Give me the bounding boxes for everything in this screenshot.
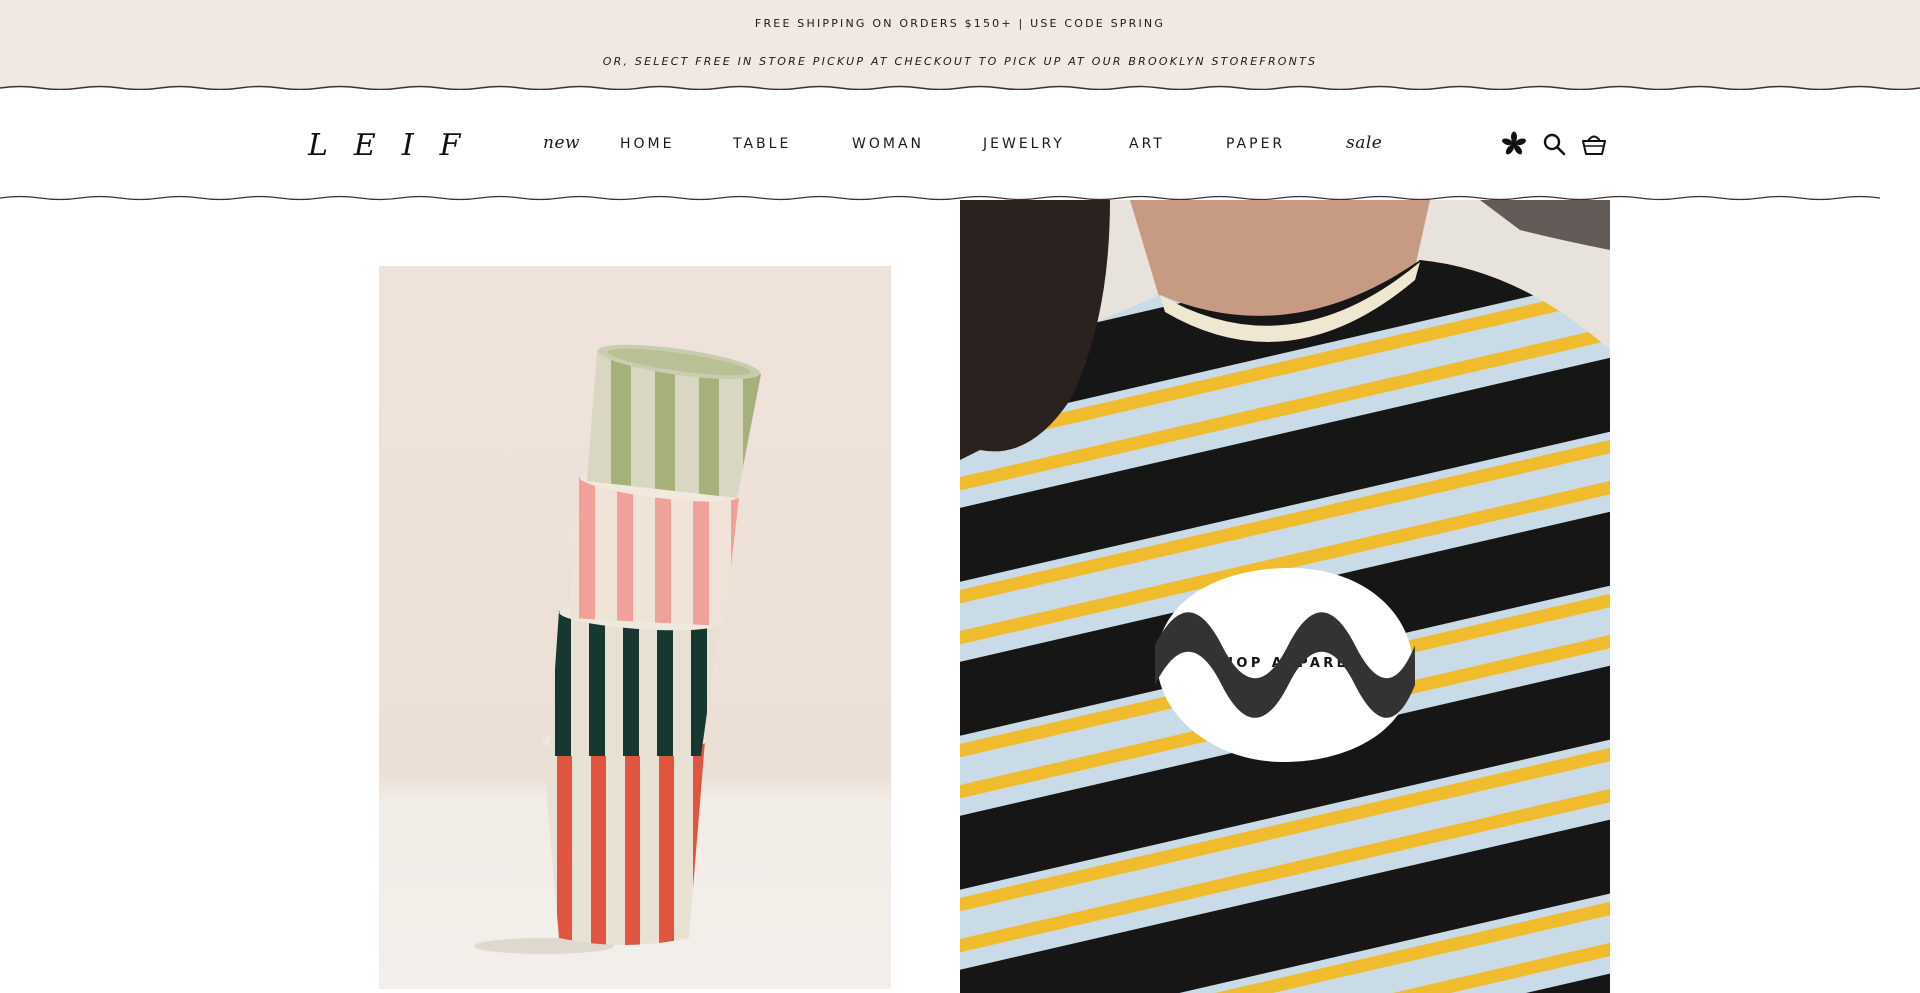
announcement-bar: FREE SHIPPING ON ORDERS $150+ | USE CODE… (0, 0, 1920, 94)
nav-item-home[interactable]: HOME (620, 136, 674, 152)
basket-icon[interactable] (1580, 130, 1608, 158)
nav-item-table[interactable]: TABLE (733, 136, 791, 152)
nav-item-new[interactable]: new (543, 133, 580, 153)
shop-apparel-button[interactable]: SHOP APPAREL (1155, 566, 1415, 764)
nav-item-jewelry[interactable]: JEWELRY (983, 136, 1065, 152)
nav-item-paper[interactable]: PAPER (1226, 136, 1285, 152)
nav-item-sale[interactable]: sale (1346, 133, 1382, 153)
announcement-pickup-text: OR, SELECT FREE IN STORE PICKUP AT CHECK… (602, 55, 1318, 68)
flower-icon[interactable] (1500, 130, 1528, 158)
hero-image-cups[interactable] (379, 266, 891, 989)
nav-item-woman[interactable]: WOMAN (852, 136, 924, 152)
site-header: LEIF new HOME TABLE WOMAN JEWELRY ART PA… (0, 90, 1920, 201)
announcement-shipping-text: FREE SHIPPING ON ORDERS $150+ | USE CODE… (754, 17, 1166, 30)
nav-item-art[interactable]: ART (1129, 136, 1165, 152)
search-icon[interactable] (1540, 130, 1568, 158)
shop-apparel-underline (1155, 612, 1415, 718)
main-nav: new HOME TABLE WOMAN JEWELRY ART PAPER s… (0, 133, 1920, 158)
